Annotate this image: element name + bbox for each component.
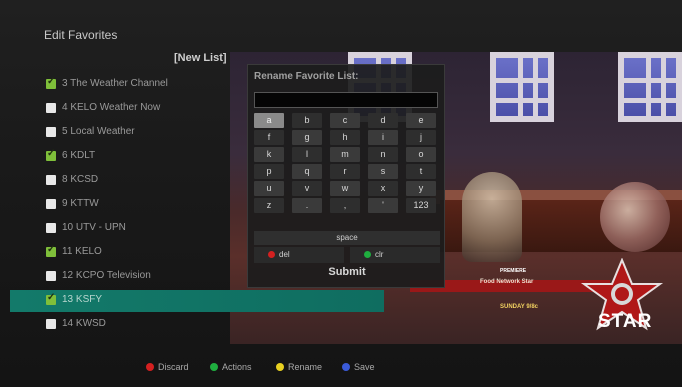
list-name-input[interactable] <box>254 92 438 108</box>
promo-label: PREMIERE <box>500 268 527 274</box>
background-window <box>618 52 682 122</box>
legend-discard: Discard <box>146 362 189 372</box>
color-dot-icon <box>210 363 218 372</box>
space-key[interactable]: space <box>254 231 440 245</box>
channel-row[interactable]: 12 KCPO Television <box>0 266 230 288</box>
channel-label: 10 UTV - UPN <box>62 222 126 233</box>
screen: PREMIERE Food Network Star SUNDAY 9/8c S… <box>0 0 682 387</box>
key-n[interactable]: n <box>368 147 398 162</box>
key-z[interactable]: z <box>254 198 284 213</box>
key-g[interactable]: g <box>292 130 322 145</box>
promo-show-title: Food Network Star <box>480 279 534 285</box>
checkbox-icon[interactable] <box>46 103 56 113</box>
checkbox-icon[interactable] <box>46 127 56 137</box>
legend-actions: Actions <box>210 362 252 372</box>
key-j[interactable]: j <box>406 130 436 145</box>
clear-key[interactable]: clr <box>350 247 440 263</box>
key-e[interactable]: e <box>406 113 436 128</box>
channel-row[interactable]: 11 KELO <box>0 242 230 264</box>
channel-row[interactable]: 4 KELO Weather Now <box>0 98 230 120</box>
clear-label: clr <box>375 250 384 259</box>
channel-label: 13 KSFY <box>62 294 103 305</box>
legend-label: Actions <box>222 362 252 372</box>
channel-label: 3 The Weather Channel <box>62 78 168 89</box>
legend-save: Save <box>342 362 375 372</box>
key-h[interactable]: h <box>330 130 360 145</box>
legend-label: Save <box>354 362 375 372</box>
checkbox-icon[interactable] <box>46 292 56 305</box>
key-b[interactable]: b <box>292 113 322 128</box>
channel-row[interactable]: 13 KSFY <box>10 290 384 312</box>
key-t[interactable]: t <box>406 164 436 179</box>
star-logo-text: STAR <box>598 311 653 332</box>
checkbox-icon[interactable] <box>46 76 56 89</box>
checkbox-icon[interactable] <box>46 223 56 233</box>
channel-row[interactable]: 8 KCSD <box>0 170 230 192</box>
key-o[interactable]: o <box>406 147 436 162</box>
channel-label: 11 KELO <box>62 246 102 257</box>
key-u[interactable]: u <box>254 181 284 196</box>
key-123[interactable]: 123 <box>406 198 436 213</box>
rename-dialog: Rename Favorite List: abcde fghij klmno pqr… <box>247 64 445 288</box>
checkbox-icon[interactable] <box>46 175 56 185</box>
submit-button[interactable]: Submit <box>254 263 440 281</box>
button-legend: Discard Actions Rename Save <box>0 360 682 376</box>
channel-label: 14 KWSD <box>62 318 106 329</box>
key-k[interactable]: k <box>254 147 284 162</box>
delete-label: del <box>279 250 290 259</box>
key-d[interactable]: d <box>368 113 398 128</box>
key-apostrophe[interactable]: ' <box>368 198 398 213</box>
key-comma[interactable]: , <box>330 198 360 213</box>
channel-label: 4 KELO Weather Now <box>62 102 161 113</box>
dialog-title: Rename Favorite List: <box>254 71 359 82</box>
key-a[interactable]: a <box>254 113 284 128</box>
key-i[interactable]: i <box>368 130 398 145</box>
key-l[interactable]: l <box>292 147 322 162</box>
promo-schedule: SUNDAY 9/8c <box>500 304 539 310</box>
color-dot-icon <box>276 363 284 372</box>
channel-row[interactable]: 5 Local Weather <box>0 122 230 144</box>
key-w[interactable]: w <box>330 181 360 196</box>
person-figure <box>462 172 522 262</box>
green-dot-icon <box>364 250 371 258</box>
channel-row[interactable]: 14 KWSD <box>0 314 230 336</box>
checkbox-icon[interactable] <box>46 199 56 209</box>
color-dot-icon <box>342 363 350 372</box>
page-title: Edit Favorites <box>44 28 118 42</box>
checkbox-icon[interactable] <box>46 148 56 161</box>
key-p[interactable]: p <box>254 164 284 179</box>
color-dot-icon <box>146 363 154 372</box>
key-c[interactable]: c <box>330 113 360 128</box>
delete-key[interactable]: del <box>254 247 344 263</box>
checkbox-icon[interactable] <box>46 244 56 257</box>
key-period[interactable]: . <box>292 198 322 213</box>
list-name: [New List] <box>174 52 227 64</box>
channel-row[interactable]: 10 UTV - UPN <box>0 218 230 240</box>
key-v[interactable]: v <box>292 181 322 196</box>
channel-row[interactable]: 3 The Weather Channel <box>0 74 230 96</box>
legend-label: Discard <box>158 362 189 372</box>
key-f[interactable]: f <box>254 130 284 145</box>
channel-label: 5 Local Weather <box>62 126 135 137</box>
channel-label: 6 KDLT <box>62 150 96 161</box>
background-window <box>490 52 554 122</box>
channel-label: 9 KTTW <box>62 198 99 209</box>
key-x[interactable]: x <box>368 181 398 196</box>
channel-row[interactable]: 6 KDLT <box>0 146 230 168</box>
key-r[interactable]: r <box>330 164 360 179</box>
checkbox-icon[interactable] <box>46 271 56 281</box>
legend-label: Rename <box>288 362 323 372</box>
legend-rename: Rename <box>276 362 322 372</box>
key-y[interactable]: y <box>406 181 436 196</box>
key-m[interactable]: m <box>330 147 360 162</box>
checkbox-icon[interactable] <box>46 319 56 329</box>
channel-label: 8 KCSD <box>62 174 99 185</box>
key-s[interactable]: s <box>368 164 398 179</box>
red-dot-icon <box>268 250 275 258</box>
person-figure <box>600 182 670 252</box>
channel-row[interactable]: 9 KTTW <box>0 194 230 216</box>
key-q[interactable]: q <box>292 164 322 179</box>
channel-label: 12 KCPO Television <box>62 270 151 281</box>
